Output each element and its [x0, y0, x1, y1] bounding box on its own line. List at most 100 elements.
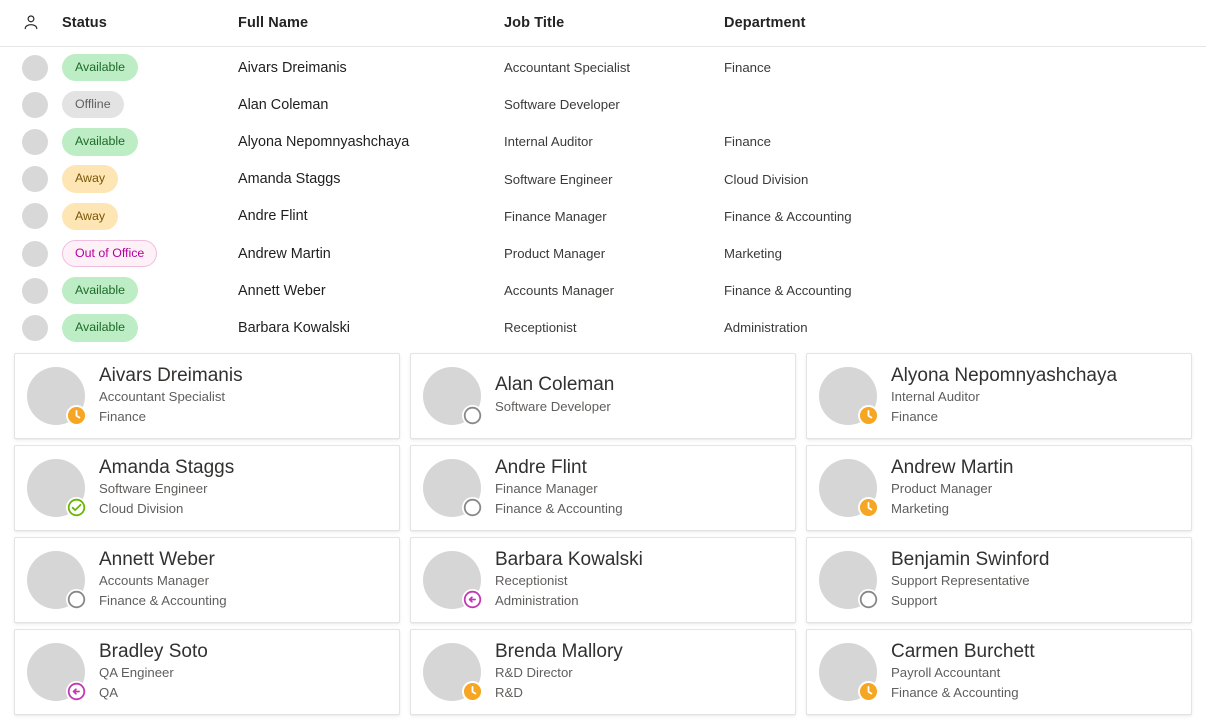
column-header-full-name[interactable]: Full Name: [238, 15, 504, 31]
avatar: [27, 642, 87, 702]
person-card[interactable]: Aivars Dreimanis Accountant Specialist Fin…: [14, 352, 400, 439]
table-row[interactable]: Available Barbara Kowalski Receptionist Adm…: [0, 309, 1206, 346]
cell-full-name: Aivars Dreimanis: [238, 59, 347, 76]
status-badge: Away: [62, 202, 119, 231]
table-row-avatar-cell: [0, 240, 62, 267]
person-card-name: Brenda Mallory: [495, 640, 623, 662]
table-row-avatar-cell: [0, 166, 62, 193]
cell-job-title: Accountant Specialist: [504, 60, 631, 76]
person-card-text: Brenda Mallory R&D Director R&D: [495, 641, 623, 703]
person-card[interactable]: Alan Coleman Software Developer: [410, 352, 796, 439]
person-card-job-title: Software Developer: [495, 398, 611, 414]
table-row[interactable]: Away Amanda Staggs Software Engineer Cloud …: [0, 161, 1206, 198]
column-header-job-title[interactable]: Job Title: [504, 15, 724, 31]
person-card[interactable]: Carmen Burchett Payroll Accountant Finance…: [806, 628, 1192, 715]
person-card-text: Annett Weber Accounts Manager Finance & Ac…: [99, 549, 227, 611]
person-card-job-title: QA Engineer: [99, 664, 174, 680]
table-row[interactable]: Away Andre Flint Finance Manager Finance & …: [0, 198, 1206, 235]
circle-outline-icon: [462, 496, 483, 518]
cell-full-name: Annett Weber: [238, 282, 326, 299]
avatar: [22, 314, 48, 341]
person-card-text: Benjamin Swinford Support Representative S…: [891, 549, 1049, 611]
person-card[interactable]: Andre Flint Finance Manager Finance & Acco…: [410, 444, 796, 531]
avatar: [819, 642, 879, 702]
person-card-job-title: Product Manager: [891, 480, 993, 496]
cell-job-title: Accounts Manager: [504, 283, 614, 299]
person-card[interactable]: Bradley Soto QA Engineer QA: [14, 628, 400, 715]
person-card-department: Finance & Accounting: [99, 592, 227, 608]
person-card-job-title: Software Engineer: [99, 480, 208, 496]
cell-full-name: Andre Flint: [238, 208, 308, 225]
status-badge: Away: [62, 165, 119, 193]
table-row-avatar-cell: [0, 277, 62, 304]
person-card-name: Alyona Nepomnyashchaya: [891, 364, 1118, 386]
person-card-job-title: Finance Manager: [495, 480, 598, 496]
avatar: [22, 240, 48, 267]
circle-outline-icon: [462, 404, 483, 426]
column-header-status[interactable]: Status: [62, 15, 238, 31]
status-badge-cell: Available: [62, 128, 238, 156]
person-card-text: Bradley Soto QA Engineer QA: [99, 641, 208, 703]
clock-icon: [858, 680, 879, 702]
person-card-department: QA: [99, 684, 119, 700]
person-card-text: Amanda Staggs Software Engineer Cloud Divi…: [99, 457, 234, 519]
person-card-job-title: R&D Director: [495, 664, 573, 680]
clock-icon: [66, 404, 87, 426]
cell-department: Finance: [724, 60, 771, 76]
table-row[interactable]: Out of Office Andrew Martin Product Manage…: [0, 235, 1206, 272]
status-badge: Available: [62, 128, 139, 156]
person-card[interactable]: Annett Weber Accounts Manager Finance & Ac…: [14, 536, 400, 623]
avatar: [819, 366, 879, 426]
people-card-grid: Aivars Dreimanis Accountant Specialist Fin…: [0, 347, 1206, 715]
person-card-job-title: Accountant Specialist: [99, 388, 226, 404]
avatar: [423, 642, 483, 702]
cell-full-name: Amanda Staggs: [238, 171, 341, 188]
status-badge-cell: Available: [62, 314, 238, 342]
cell-job-title: Software Engineer: [504, 171, 613, 187]
person-card-text: Alan Coleman Software Developer: [495, 374, 614, 416]
column-header-department[interactable]: Department: [724, 15, 1024, 31]
cell-job-title: Internal Auditor: [504, 134, 593, 150]
person-card-name: Bradley Soto: [99, 640, 208, 662]
person-card-job-title: Internal Auditor: [891, 388, 980, 404]
person-card-department: Finance: [99, 408, 146, 424]
status-badge-cell: Available: [62, 277, 238, 305]
person-card-name: Carmen Burchett: [891, 640, 1035, 662]
table-body: Available Aivars Dreimanis Accountant Spec…: [0, 47, 1206, 347]
table-row[interactable]: Available Alyona Nepomnyashchaya Internal …: [0, 123, 1206, 160]
person-card[interactable]: Benjamin Swinford Support Representative S…: [806, 536, 1192, 623]
person-card-name: Annett Weber: [99, 548, 215, 570]
arrow-left-circle-icon: [66, 680, 87, 702]
clock-icon: [858, 496, 879, 518]
table-row[interactable]: Offline Alan Coleman Software Developer: [0, 86, 1206, 123]
avatar: [22, 54, 48, 81]
status-badge-cell: Available: [62, 53, 238, 82]
avatar: [423, 366, 483, 426]
person-card-text: Alyona Nepomnyashchaya Internal Auditor Fi…: [891, 365, 1117, 427]
contact-person-icon: [22, 14, 62, 32]
people-table: Status Full Name Job Title Department Av…: [0, 0, 1206, 347]
cell-department: Marketing: [724, 246, 782, 262]
person-card[interactable]: Amanda Staggs Software Engineer Cloud Divi…: [14, 444, 400, 531]
table-row[interactable]: Available Aivars Dreimanis Accountant Spec…: [0, 49, 1206, 86]
person-card-department: Finance: [891, 408, 938, 424]
avatar: [27, 550, 87, 610]
person-card[interactable]: Barbara Kowalski Receptionist Administrati…: [410, 536, 796, 623]
avatar: [22, 203, 48, 230]
person-card[interactable]: Andrew Martin Product Manager Marketing: [806, 444, 1192, 531]
table-header-row: Status Full Name Job Title Department: [0, 0, 1206, 47]
person-card-name: Benjamin Swinford: [891, 548, 1050, 570]
table-row[interactable]: Available Annett Weber Accounts Manager Fin…: [0, 272, 1206, 309]
person-card-job-title: Support Representative: [891, 572, 1030, 588]
person-card[interactable]: Alyona Nepomnyashchaya Internal Auditor Fi…: [806, 352, 1192, 439]
cell-job-title: Product Manager: [504, 246, 606, 262]
person-card-name: Andrew Martin: [891, 456, 1014, 478]
clock-icon: [462, 680, 483, 702]
avatar: [22, 277, 48, 304]
avatar: [423, 458, 483, 518]
avatar: [22, 128, 48, 155]
person-card[interactable]: Brenda Mallory R&D Director R&D: [410, 628, 796, 715]
table-row-avatar-cell: [0, 203, 62, 230]
person-card-department: Marketing: [891, 500, 949, 516]
status-badge: Out of Office: [62, 239, 158, 268]
